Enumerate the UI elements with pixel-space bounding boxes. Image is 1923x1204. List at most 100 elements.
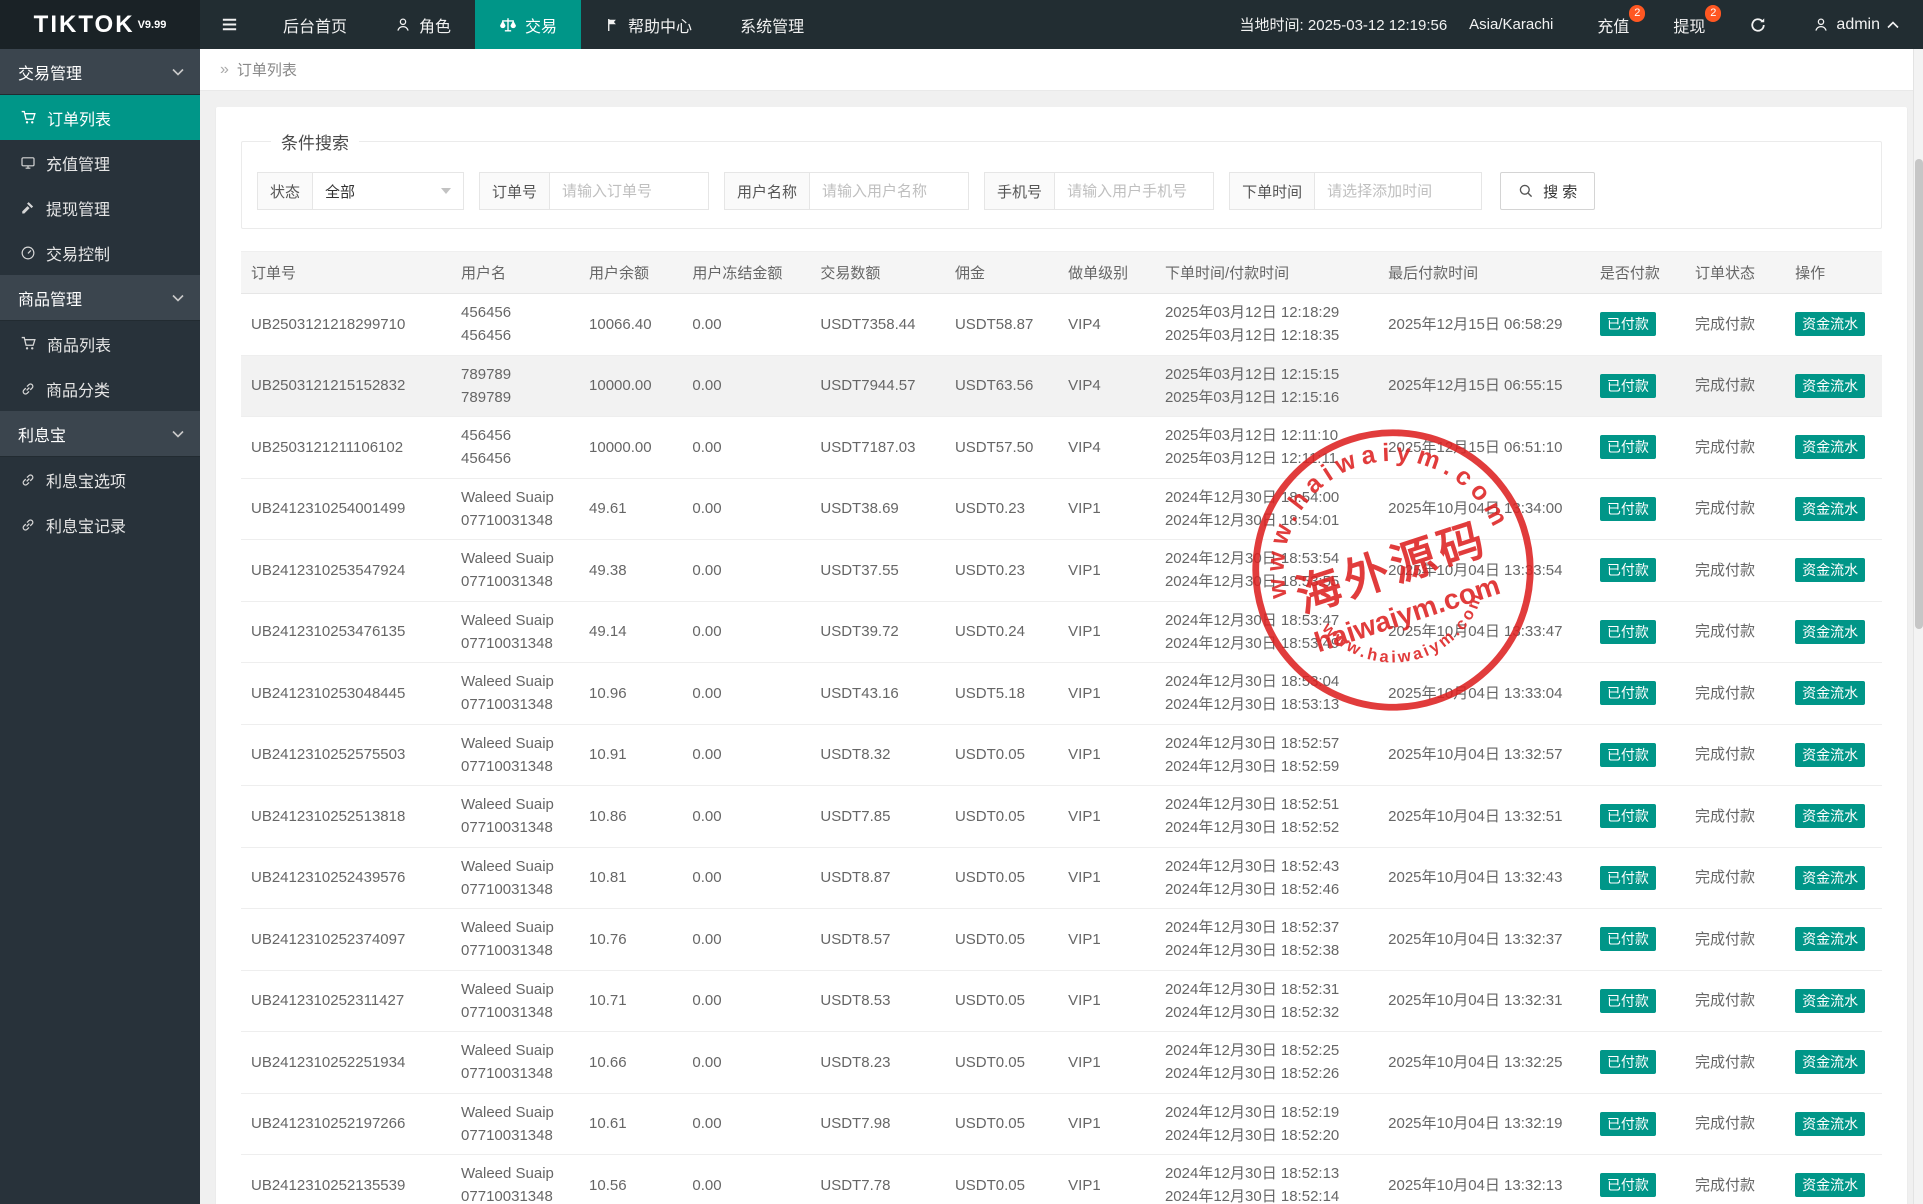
cell-user-balance: 10.61 xyxy=(579,1093,682,1155)
status-select[interactable]: 全部 xyxy=(312,172,464,210)
admin-menu[interactable]: admin xyxy=(1789,0,1923,49)
fund-flow-button[interactable]: 资金流水 xyxy=(1795,1112,1865,1136)
paid-badge: 已付款 xyxy=(1600,866,1656,890)
fund-flow-button[interactable]: 资金流水 xyxy=(1795,1050,1865,1074)
withdraw-nav-button[interactable]: 提现 2 xyxy=(1651,0,1727,49)
cell-user-name: Waleed Suaip07710031348 xyxy=(451,786,579,848)
cell-paid-status: 已付款 xyxy=(1590,1155,1685,1204)
fund-flow-button[interactable]: 资金流水 xyxy=(1795,435,1865,459)
fund-flow-button[interactable]: 资金流水 xyxy=(1795,866,1865,890)
cell-trade-amount: USDT8.57 xyxy=(810,909,945,971)
recharge-nav-button[interactable]: 充值 2 xyxy=(1575,0,1651,49)
order-row: UB2412310252251934Waleed Suaip0771003134… xyxy=(241,1032,1882,1094)
search-button[interactable]: 搜 索 xyxy=(1500,172,1595,210)
order-row: UB2412310252311427Waleed Suaip0771003134… xyxy=(241,970,1882,1032)
fund-flow-button[interactable]: 资金流水 xyxy=(1795,927,1865,951)
cell-order-status: 完成付款 xyxy=(1685,1155,1785,1204)
cell-user-name: 789789789789 xyxy=(451,355,579,417)
cell-frozen-amount: 0.00 xyxy=(682,540,810,602)
cell-order-id: UB2412310252374097 xyxy=(241,909,451,971)
sidebar-item-recharge-management[interactable]: 充值管理 xyxy=(0,140,200,185)
search-fieldset: 条件搜索 状态 全部 订单号 用户名称 xyxy=(241,129,1882,229)
refresh-button[interactable] xyxy=(1727,0,1789,49)
order-row: UB250312121829971045645645645610066.400.… xyxy=(241,294,1882,356)
order-row: UB2412310253048445Waleed Suaip0771003134… xyxy=(241,663,1882,725)
username-input[interactable] xyxy=(809,172,969,210)
cell-frozen-amount: 0.00 xyxy=(682,663,810,725)
nav-item-system[interactable]: 系统管理 xyxy=(716,0,828,49)
cell-order-id: UB2503121218299710 xyxy=(241,294,451,356)
chevron-down-icon xyxy=(172,294,184,302)
fund-flow-button[interactable]: 资金流水 xyxy=(1795,743,1865,767)
nav-item-help-center[interactable]: 帮助中心 xyxy=(581,0,716,49)
fund-flow-button[interactable]: 资金流水 xyxy=(1795,312,1865,336)
sidebar-item-trade-control[interactable]: 交易控制 xyxy=(0,230,200,275)
paid-badge: 已付款 xyxy=(1600,1112,1656,1136)
cell-vip-level: VIP1 xyxy=(1058,663,1155,725)
cell-order-id: UB2412310252197266 xyxy=(241,1093,451,1155)
fund-flow-button[interactable]: 资金流水 xyxy=(1795,374,1865,398)
cell-trade-amount: USDT37.55 xyxy=(810,540,945,602)
nav-item-home[interactable]: 后台首页 xyxy=(259,0,371,49)
fund-flow-button[interactable]: 资金流水 xyxy=(1795,1173,1865,1197)
fund-flow-button[interactable]: 资金流水 xyxy=(1795,558,1865,582)
sidebar-item-order-list[interactable]: 订单列表 xyxy=(0,95,200,140)
sidebar-toggle-button[interactable] xyxy=(200,0,259,49)
fund-flow-button[interactable]: 资金流水 xyxy=(1795,620,1865,644)
order-row: UB2412310252135539Waleed Suaip0771003134… xyxy=(241,1155,1882,1204)
chevron-up-icon xyxy=(1887,21,1899,29)
refresh-icon xyxy=(1749,16,1767,34)
link-icon xyxy=(20,472,36,488)
sidebar-item-withdraw-management[interactable]: 提现管理 xyxy=(0,185,200,230)
cell-order-id: UB2412310254001499 xyxy=(241,478,451,540)
sidebar-item-interest-options[interactable]: 利息宝选项 xyxy=(0,457,200,502)
cell-paid-status: 已付款 xyxy=(1590,909,1685,971)
nav-item-roles[interactable]: 角色 xyxy=(371,0,475,49)
sidebar-item-label: 利息宝选项 xyxy=(46,468,126,492)
vertical-scrollbar[interactable] xyxy=(1913,49,1923,1204)
cell-trade-amount: USDT7358.44 xyxy=(810,294,945,356)
order-no-input[interactable] xyxy=(549,172,709,210)
cell-paid-status: 已付款 xyxy=(1590,724,1685,786)
order-time-filter: 下单时间 xyxy=(1229,172,1482,210)
cell-vip-level: VIP4 xyxy=(1058,417,1155,479)
column-header: 下单时间/付款时间 xyxy=(1155,252,1378,294)
screen-icon xyxy=(20,155,36,171)
cell-frozen-amount: 0.00 xyxy=(682,847,810,909)
cell-paid-status: 已付款 xyxy=(1590,355,1685,417)
cell-vip-level: VIP1 xyxy=(1058,1032,1155,1094)
phone-input[interactable] xyxy=(1054,172,1214,210)
sidebar-item-product-list[interactable]: 商品列表 xyxy=(0,321,200,366)
fund-flow-button[interactable]: 资金流水 xyxy=(1795,989,1865,1013)
cell-last-pay-time: 2025年10月04日 13:33:47 xyxy=(1378,601,1590,663)
fund-flow-button[interactable]: 资金流水 xyxy=(1795,681,1865,705)
orders-table: 订单号用户名用户余额用户冻结金额交易数额佣金做单级别下单时间/付款时间最后付款时… xyxy=(241,251,1882,1204)
fund-flow-button[interactable]: 资金流水 xyxy=(1795,497,1865,521)
cell-action: 资金流水 xyxy=(1785,1155,1882,1204)
sidebar-group-product-management[interactable]: 商品管理 xyxy=(0,275,200,321)
breadcrumb-chevrons-icon: » xyxy=(220,61,229,79)
scrollbar-thumb[interactable] xyxy=(1915,159,1923,629)
withdraw-label: 提现 xyxy=(1673,13,1705,37)
cell-paid-status: 已付款 xyxy=(1590,663,1685,725)
paid-badge: 已付款 xyxy=(1600,927,1656,951)
breadcrumb: » 订单列表 xyxy=(200,49,1923,91)
cell-user-balance: 10.66 xyxy=(579,1032,682,1094)
cell-commission: USDT0.23 xyxy=(945,540,1058,602)
sidebar-item-interest-records[interactable]: 利息宝记录 xyxy=(0,502,200,547)
sidebar-item-label: 提现管理 xyxy=(46,196,110,220)
cell-action: 资金流水 xyxy=(1785,355,1882,417)
order-time-input[interactable] xyxy=(1314,172,1482,210)
cell-last-pay-time: 2025年12月15日 06:51:10 xyxy=(1378,417,1590,479)
order-row: UB2412310253476135Waleed Suaip0771003134… xyxy=(241,601,1882,663)
cell-trade-amount: USDT7.85 xyxy=(810,786,945,848)
paid-badge: 已付款 xyxy=(1600,497,1656,521)
cell-paid-status: 已付款 xyxy=(1590,601,1685,663)
sidebar-group-interest-treasure[interactable]: 利息宝 xyxy=(0,411,200,457)
cell-commission: USDT0.05 xyxy=(945,970,1058,1032)
nav-item-trade[interactable]: 交易 xyxy=(475,0,581,49)
sidebar-item-product-category[interactable]: 商品分类 xyxy=(0,366,200,411)
sidebar-group-trade-management[interactable]: 交易管理 xyxy=(0,49,200,95)
cell-commission: USDT0.24 xyxy=(945,601,1058,663)
fund-flow-button[interactable]: 资金流水 xyxy=(1795,804,1865,828)
